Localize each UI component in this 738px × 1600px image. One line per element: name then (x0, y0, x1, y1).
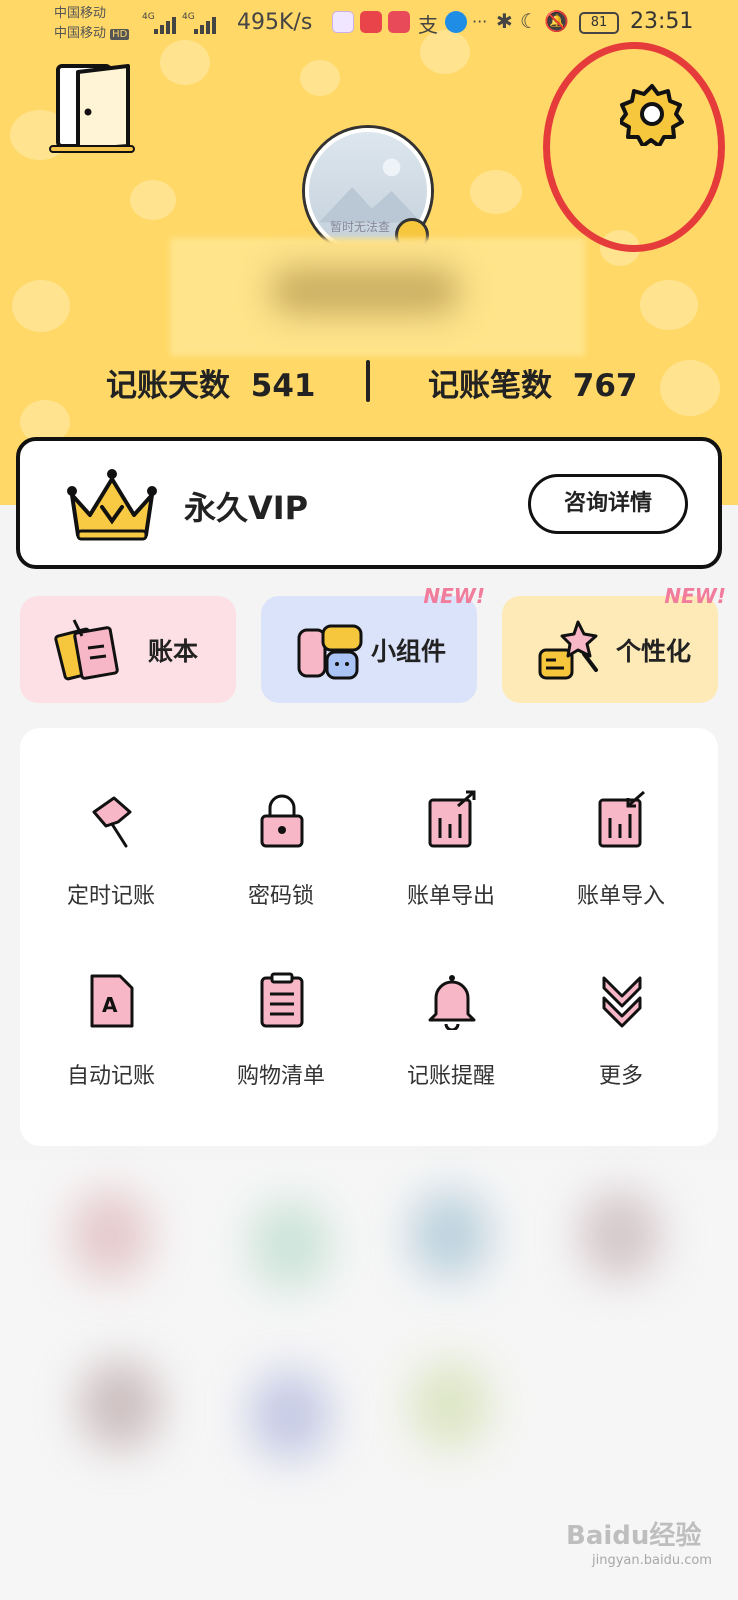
record-count-value: 767 (572, 368, 638, 404)
tool-label: 购物清单 (236, 1064, 325, 1089)
app-notification-icon (360, 11, 382, 33)
export-bill-tool[interactable]: 账单导出 (366, 790, 536, 940)
record-days-label: 记账天数 (106, 368, 230, 404)
profile-header: 中国移动 中国移动 HD 4G 4G 495K/s 支 ··· ✱ ☾ 🔕 81… (0, 0, 738, 505)
scheduled-entry-tool[interactable]: 定时记账 (26, 790, 196, 940)
lock-icon (260, 794, 304, 848)
widget-icon (297, 624, 363, 680)
app-notification-icon (445, 11, 467, 33)
tool-label: 账单导出 (406, 884, 495, 909)
bluetooth-icon: ✱ (496, 9, 513, 33)
widget-card[interactable]: NEW! 小组件 (261, 584, 485, 703)
tool-label: 账单导入 (576, 884, 665, 909)
mute-icon: 🔕 (544, 9, 569, 33)
paw-decoration (300, 60, 340, 96)
record-days-stat: 记账天数 541 (106, 360, 316, 404)
hd-badge: HD (110, 29, 130, 40)
carrier-1: 中国移动 (54, 6, 107, 21)
paw-decoration (130, 180, 176, 220)
record-count-label: 记账笔数 (428, 368, 552, 404)
blurred-item (410, 1360, 490, 1450)
blurred-item (410, 1190, 490, 1280)
chevrons-down-icon (602, 976, 642, 1028)
paw-decoration (12, 280, 70, 332)
export-icon (428, 790, 476, 848)
crown-icon (67, 469, 157, 541)
import-icon (598, 790, 645, 848)
paw-decoration (660, 360, 720, 416)
blurred-item (580, 1190, 660, 1280)
stat-divider (366, 360, 370, 402)
vip-card[interactable]: 永久VIP 咨询详情 (16, 437, 722, 569)
tool-label: 自动记账 (66, 1064, 155, 1089)
shopping-list-tool[interactable]: 购物清单 (196, 970, 366, 1120)
widget-card-label: 小组件 (371, 637, 447, 666)
new-badge: NEW! (664, 584, 726, 608)
watermark-url: jingyan.baidu.com (592, 1553, 712, 1568)
paw-decoration (640, 280, 698, 330)
blurred-username (170, 238, 585, 356)
highlight-annotation-circle (543, 42, 725, 252)
tool-label: 密码锁 (247, 884, 314, 909)
record-days-value: 541 (250, 368, 316, 404)
auto-entry-tool[interactable]: A 自动记账 (26, 970, 196, 1120)
book-app-icon (388, 11, 410, 33)
more-notifications-icon: ··· (472, 12, 488, 31)
vip-title: 永久VIP (184, 489, 309, 527)
tools-grid: 定时记账 密码锁 账单导出 账单导入 A 自动记账 购物清单 记账提醒 更多 (20, 728, 718, 1146)
personalize-card[interactable]: NEW! 个性化 (502, 584, 726, 703)
carrier-2: 中国移动 (54, 26, 107, 41)
magic-wand-icon (538, 620, 598, 680)
door-exit-icon[interactable] (48, 62, 136, 154)
consult-details-button[interactable]: 咨询详情 (528, 474, 688, 534)
avatar-caption: 暂时无法查 (330, 220, 391, 234)
clipboard-icon (260, 972, 304, 1028)
gear-icon[interactable] (620, 82, 684, 146)
ledger-card-label: 账本 (148, 637, 199, 666)
password-lock-tool[interactable]: 密码锁 (196, 790, 366, 940)
pin-icon (92, 796, 132, 848)
clock: 23:51 (630, 9, 694, 34)
bell-icon (428, 975, 476, 1030)
ledger-book-icon (54, 619, 119, 681)
moon-icon: ☾ (520, 9, 538, 33)
import-bill-tool[interactable]: 账单导入 (536, 790, 706, 940)
svg-text:A: A (102, 993, 118, 1017)
status-bar: 中国移动 中国移动 HD 4G 4G 495K/s 支 ··· ✱ ☾ 🔕 81… (0, 0, 738, 48)
tool-label: 记账提醒 (406, 1064, 495, 1089)
new-badge: NEW! (423, 584, 485, 608)
ledger-card[interactable]: 账本 (20, 596, 236, 703)
network-speed: 495K/s (237, 10, 313, 35)
more-tool[interactable]: 更多 (536, 970, 706, 1120)
record-count-stat: 记账笔数 767 (428, 360, 638, 404)
paw-decoration (470, 170, 522, 214)
tool-label: 定时记账 (66, 884, 155, 909)
blurred-item (250, 1200, 330, 1290)
auto-doc-icon: A (90, 974, 134, 1028)
carrier-info: 中国移动 中国移动 HD (54, 4, 130, 45)
personalize-card-label: 个性化 (616, 637, 692, 666)
blurred-item (80, 1360, 160, 1450)
watermark-logo: Baidu经验 (566, 1521, 702, 1551)
signal-bars-icon (192, 14, 228, 34)
battery-icon: 81 (579, 12, 619, 34)
blurred-item (250, 1370, 330, 1460)
app-notification-icon (332, 11, 354, 33)
alipay-icon: 支 (418, 13, 438, 37)
tool-label: 更多 (598, 1064, 643, 1089)
blurred-item (70, 1190, 150, 1280)
reminder-tool[interactable]: 记账提醒 (366, 970, 536, 1120)
